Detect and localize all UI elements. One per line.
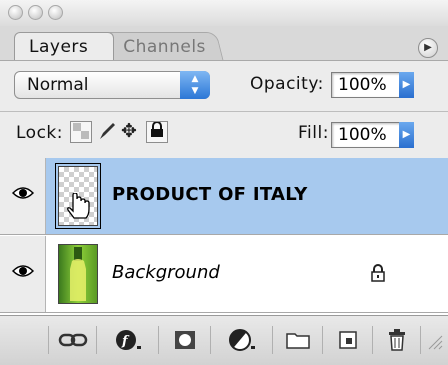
hand-cursor-icon	[67, 193, 90, 219]
opacity-field[interactable]: 100% ▶	[331, 72, 414, 98]
folder-icon[interactable]	[272, 326, 322, 354]
fill-label: Fill:	[298, 123, 329, 143]
blend-mode-value: Normal	[27, 75, 89, 95]
blend-opacity-row: Normal ▲ ▼ Opacity: 100% ▶	[0, 61, 448, 111]
zoom-window-button[interactable]	[48, 5, 63, 20]
new-layer-icon[interactable]	[322, 326, 372, 354]
tab-channels[interactable]: Channels	[104, 32, 224, 60]
triangle-right-icon: ▶	[424, 42, 432, 53]
trash-icon[interactable]	[372, 326, 420, 354]
panel-tab-strip: Layers Channels ▶	[0, 26, 448, 61]
eye-icon	[12, 265, 34, 277]
lock-transparency-icon[interactable]	[70, 121, 92, 143]
eye-icon	[12, 187, 34, 199]
layer-name[interactable]: PRODUCT OF ITALY	[112, 184, 308, 205]
fill-field[interactable]: 100% ▶	[331, 122, 414, 148]
link-icon[interactable]	[48, 326, 96, 354]
blend-mode-select[interactable]: Normal ▲ ▼	[14, 71, 210, 99]
layer-style-icon[interactable]: f	[96, 326, 158, 354]
opacity-slider-arrow-icon[interactable]: ▶	[399, 72, 414, 98]
lock-paint-brush-icon[interactable]	[96, 121, 118, 143]
visibility-toggle[interactable]	[0, 236, 46, 312]
layer-thumbnail-transparent	[55, 163, 101, 229]
window-titlebar	[0, 0, 448, 26]
fill-value: 100%	[338, 125, 387, 145]
layer-row-product-of-italy[interactable]: PRODUCT OF ITALY	[0, 158, 448, 235]
tab-layers[interactable]: Layers	[14, 32, 114, 60]
adjustment-layer-icon[interactable]	[210, 326, 272, 354]
layers-list: PRODUCT OF ITALY Background	[0, 158, 448, 315]
lock-label: Lock:	[16, 123, 63, 143]
layers-bottom-bar: f	[0, 315, 448, 365]
resize-grip-icon[interactable]	[420, 326, 448, 354]
visibility-toggle[interactable]	[0, 158, 46, 234]
lock-all-icon[interactable]	[146, 121, 168, 143]
layer-thumbnail-wine-bottle	[58, 244, 98, 304]
panel-menu-button[interactable]: ▶	[418, 38, 438, 58]
opacity-value: 100%	[338, 75, 387, 95]
lock-move-icon[interactable]: ✥	[118, 121, 140, 143]
layer-name[interactable]: Background	[112, 262, 220, 283]
fill-slider-arrow-icon[interactable]: ▶	[399, 122, 414, 148]
opacity-label: Opacity:	[250, 74, 324, 94]
lock-fill-row: Lock: ✥ Fill: 100% ▶	[0, 111, 448, 159]
close-window-button[interactable]	[8, 5, 23, 20]
minimize-window-button[interactable]	[28, 5, 43, 20]
up-down-arrows-icon: ▲ ▼	[180, 71, 210, 99]
wine-bottle-icon	[70, 247, 86, 301]
layer-row-background[interactable]: Background	[0, 236, 448, 313]
layer-mask-icon[interactable]	[158, 326, 210, 354]
layer-locked-icon	[371, 264, 385, 282]
